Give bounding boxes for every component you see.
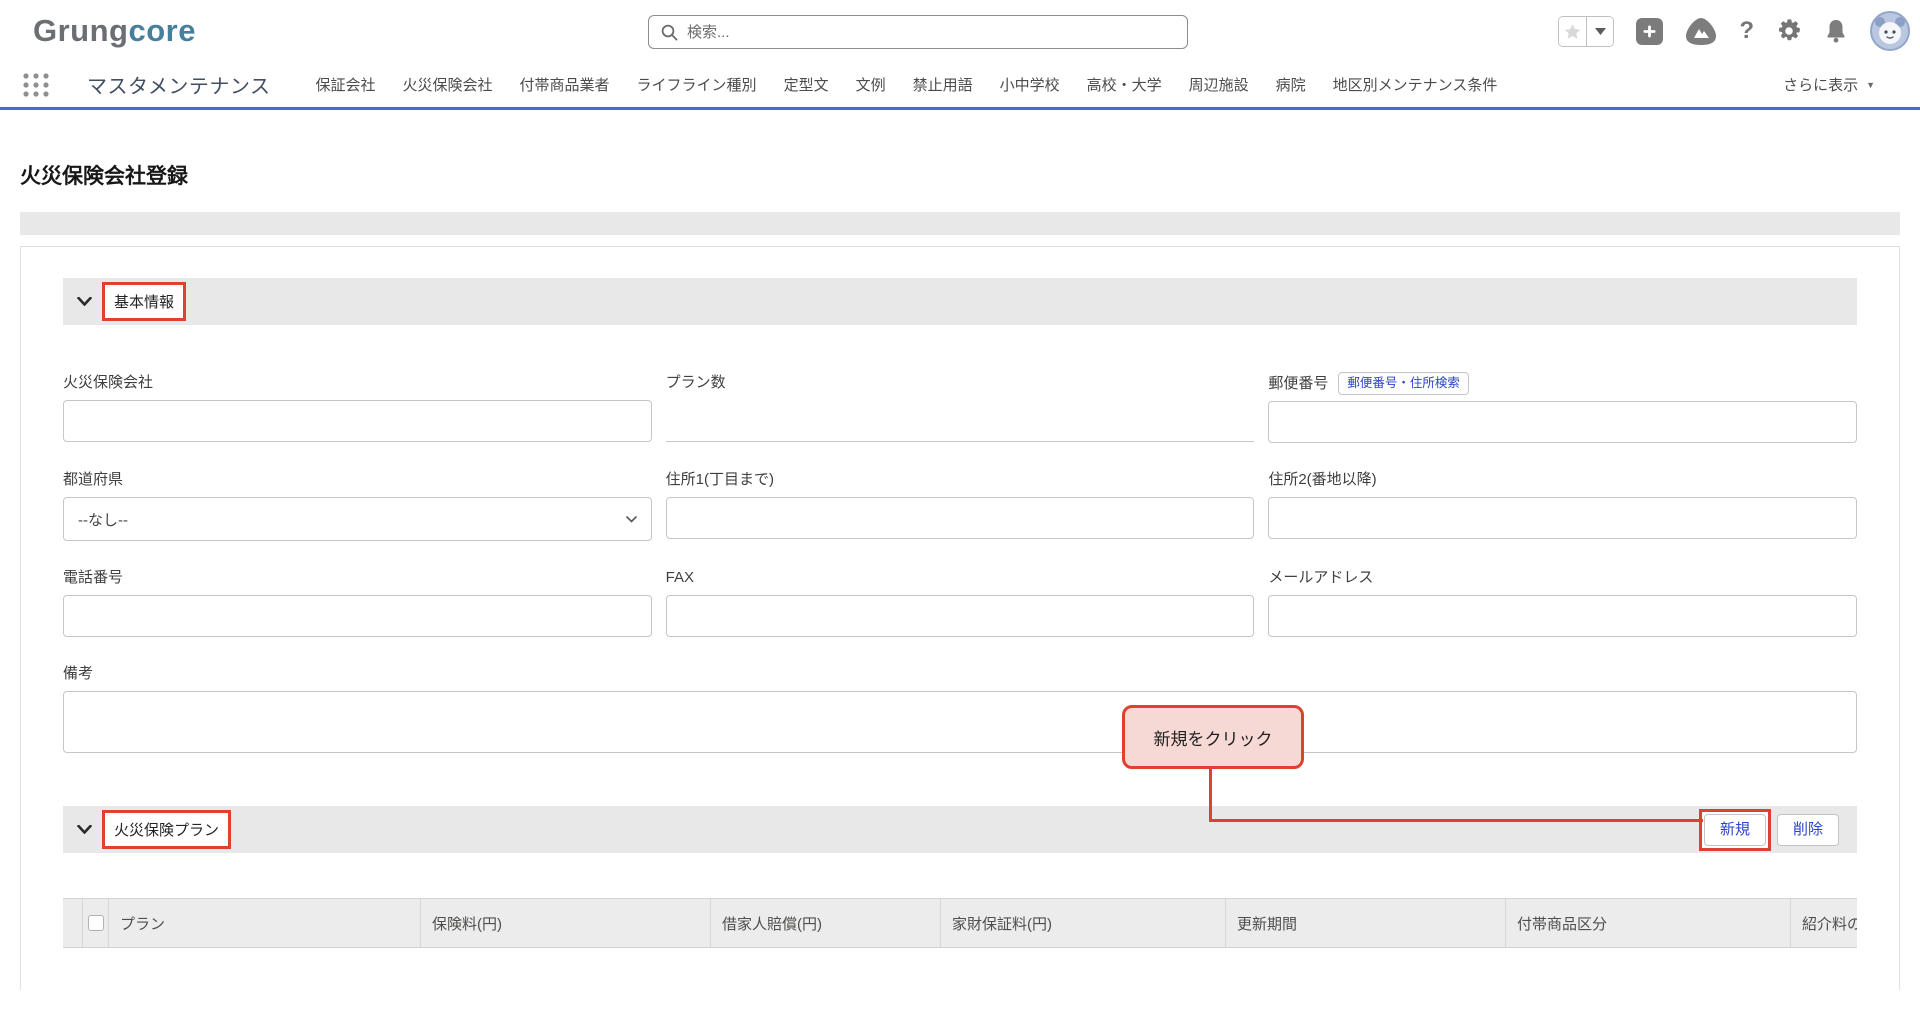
waffle-icon[interactable] xyxy=(22,71,55,99)
nav-items: 保証会社 火災保険会社 付帯商品業者 ライフライン種別 定型文 文例 禁止用語 … xyxy=(316,74,1498,95)
basic-info-form: 火災保険会社 プラン数 郵便番号 郵便番号・住所検索 都道府県 --なし-- xyxy=(63,346,1857,758)
page-content: 火災保険会社登録 基本情報 火災保険会社 プラン数 郵便番号 郵便番号・住所検索 xyxy=(0,162,1920,990)
chevron-down-icon[interactable] xyxy=(1586,17,1613,46)
chevron-down-icon xyxy=(77,297,92,306)
nav-item-ancillary-vendor[interactable]: 付帯商品業者 xyxy=(520,74,610,95)
field-label: FAX xyxy=(666,567,1255,589)
delete-button[interactable]: 削除 xyxy=(1777,814,1839,846)
column-header-ancillary-product-category[interactable]: 付帯商品区分 xyxy=(1506,899,1791,947)
select-all-cell xyxy=(83,899,109,947)
field-address2: 住所2(番地以降) xyxy=(1268,469,1857,541)
logo-part-2: core xyxy=(129,13,196,48)
address2-input[interactable] xyxy=(1268,497,1857,539)
logo-part-1: Grung xyxy=(33,13,129,48)
prefecture-select[interactable]: --なし-- xyxy=(63,497,652,541)
nav-item-fixed-phrase[interactable]: 定型文 xyxy=(784,74,829,95)
address1-input[interactable] xyxy=(666,497,1255,539)
favorites-split-button xyxy=(1558,16,1614,47)
column-header-tenant-liability[interactable]: 借家人賠償(円) xyxy=(711,899,941,947)
nav-item-highschool-university[interactable]: 高校・大学 xyxy=(1087,74,1162,95)
record-form-card: 基本情報 火災保険会社 プラン数 郵便番号 郵便番号・住所検索 都道府県 xyxy=(20,246,1900,990)
column-header-renewal-period[interactable]: 更新期間 xyxy=(1226,899,1506,947)
nav-more-label: さらに表示 xyxy=(1783,74,1858,95)
bell-icon[interactable] xyxy=(1824,18,1848,44)
plan-table-header-row: プラン 保険料(円) 借家人賠償(円) 家財保証料(円) 更新期間 付帯商品区分… xyxy=(63,899,1857,948)
section-basic-info-title: 基本情報 xyxy=(102,282,186,321)
field-plan-count: プラン数 xyxy=(666,372,1255,443)
field-label: 住所2(番地以降) xyxy=(1268,469,1857,491)
section-fire-insurance-plan-title: 火災保険プラン xyxy=(102,810,231,849)
header-icon-bar: ? xyxy=(1558,0,1910,62)
plus-icon[interactable] xyxy=(1636,18,1663,45)
nav-item-fire-insurance-company[interactable]: 火災保険会社 xyxy=(403,74,493,95)
field-prefecture: 都道府県 --なし-- xyxy=(63,469,652,541)
nav-item-prohibited-words[interactable]: 禁止用語 xyxy=(913,74,973,95)
avatar[interactable] xyxy=(1870,11,1910,51)
column-header-referral-fee[interactable]: 紹介料の金 xyxy=(1791,899,1857,947)
nav-item-example-sentence[interactable]: 文例 xyxy=(856,74,886,95)
nav-item-lifeline-type[interactable]: ライフライン種別 xyxy=(637,74,757,95)
postal-address-search-button[interactable]: 郵便番号・住所検索 xyxy=(1338,372,1469,395)
notes-textarea[interactable] xyxy=(63,691,1857,753)
fire-insurance-company-input[interactable] xyxy=(63,400,652,442)
field-label: 備考 xyxy=(63,663,1857,685)
nav-item-guarantee-company[interactable]: 保証会社 xyxy=(316,74,376,95)
chevron-down-icon: ▼ xyxy=(1866,80,1875,90)
column-header-plan[interactable]: プラン xyxy=(109,899,421,947)
global-header: Grungcore xyxy=(0,0,1920,62)
search-input[interactable] xyxy=(687,24,1175,41)
toolbar-strip xyxy=(20,212,1900,235)
gear-icon[interactable] xyxy=(1776,18,1802,44)
field-fax: FAX xyxy=(666,567,1255,637)
field-label: 都道府県 xyxy=(63,469,652,491)
nav-item-nearby-facilities[interactable]: 周辺施設 xyxy=(1189,74,1249,95)
field-label: 郵便番号 xyxy=(1268,373,1328,395)
nav-item-elementary-junior-school[interactable]: 小中学校 xyxy=(1000,74,1060,95)
field-label: メールアドレス xyxy=(1268,567,1857,589)
fax-input[interactable] xyxy=(666,595,1255,637)
field-postal-code: 郵便番号 郵便番号・住所検索 xyxy=(1268,372,1857,443)
app-name[interactable]: マスタメンテナンス xyxy=(87,70,271,99)
trailhead-icon[interactable] xyxy=(1685,17,1717,46)
field-phone: 電話番号 xyxy=(63,567,652,637)
nav-item-area-maintenance-conditions[interactable]: 地区別メンテナンス条件 xyxy=(1333,74,1498,95)
new-button-annotation-box: 新規 xyxy=(1699,809,1771,851)
prefecture-selected-value: --なし-- xyxy=(78,509,128,530)
field-label: 火災保険会社 xyxy=(63,372,652,394)
row-number-column-header xyxy=(63,899,83,947)
global-search[interactable] xyxy=(648,15,1188,49)
section-fire-insurance-plan[interactable]: 火災保険プラン 新規 削除 xyxy=(63,806,1857,853)
field-address1: 住所1(丁目まで) xyxy=(666,469,1255,541)
app-logo: Grungcore xyxy=(33,11,196,51)
plan-count-readonly-value xyxy=(666,400,1255,442)
field-label: 住所1(丁目まで) xyxy=(666,469,1255,491)
field-notes: 備考 xyxy=(63,663,1857,758)
search-icon xyxy=(661,24,678,41)
column-header-household-goods-fee[interactable]: 家財保証料(円) xyxy=(941,899,1226,947)
chevron-down-icon xyxy=(77,825,92,834)
plan-table: プラン 保険料(円) 借家人賠償(円) 家財保証料(円) 更新期間 付帯商品区分… xyxy=(63,898,1857,948)
field-fire-insurance-company: 火災保険会社 xyxy=(63,372,652,443)
field-email: メールアドレス xyxy=(1268,567,1857,637)
section-basic-info[interactable]: 基本情報 xyxy=(63,278,1857,325)
nav-item-hospital[interactable]: 病院 xyxy=(1276,74,1306,95)
column-header-premium[interactable]: 保険料(円) xyxy=(421,899,711,947)
phone-input[interactable] xyxy=(63,595,652,637)
app-navigation-bar: マスタメンテナンス 保証会社 火災保険会社 付帯商品業者 ライフライン種別 定型… xyxy=(0,62,1920,110)
question-icon[interactable]: ? xyxy=(1739,19,1754,43)
star-icon[interactable] xyxy=(1559,17,1586,46)
field-label: プラン数 xyxy=(666,372,1255,394)
select-all-checkbox[interactable] xyxy=(88,915,104,931)
field-label: 電話番号 xyxy=(63,567,652,589)
postal-code-input[interactable] xyxy=(1268,401,1857,443)
new-button[interactable]: 新規 xyxy=(1704,814,1766,846)
nav-more-button[interactable]: さらに表示 ▼ xyxy=(1783,74,1875,95)
email-input[interactable] xyxy=(1268,595,1857,637)
page-title: 火災保険会社登録 xyxy=(20,162,1900,192)
chevron-down-icon xyxy=(626,516,637,523)
